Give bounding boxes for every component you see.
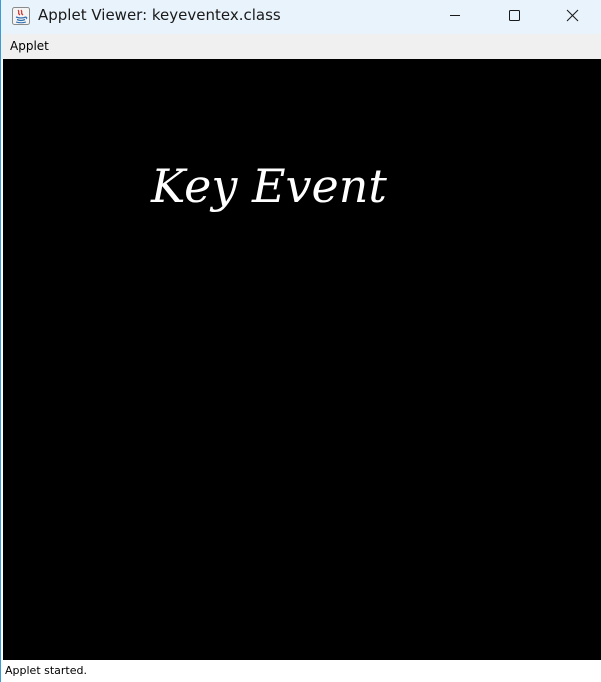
minimize-button[interactable] <box>426 0 484 32</box>
minimize-icon <box>450 15 460 16</box>
applet-canvas[interactable]: Key Event <box>3 59 601 660</box>
menu-bar: Applet <box>1 34 601 59</box>
status-bar: Applet started. <box>1 660 601 682</box>
applet-viewer-window: Applet Viewer: keyeventex.class Applet K… <box>0 0 601 682</box>
close-button[interactable] <box>543 0 601 32</box>
status-text: Applet started. <box>5 664 87 677</box>
maximize-icon <box>509 10 520 21</box>
java-icon <box>12 7 30 25</box>
title-bar[interactable]: Applet Viewer: keyeventex.class <box>1 0 601 34</box>
key-event-text: Key Event <box>151 159 387 213</box>
window-title: Applet Viewer: keyeventex.class <box>38 6 281 24</box>
maximize-button[interactable] <box>485 0 543 32</box>
close-icon <box>566 9 579 22</box>
menu-applet[interactable]: Applet <box>10 39 49 53</box>
